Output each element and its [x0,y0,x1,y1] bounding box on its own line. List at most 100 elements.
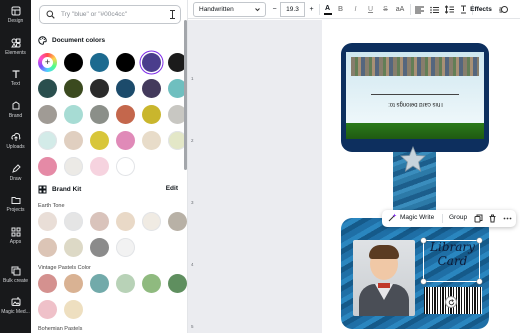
color-swatch[interactable] [64,79,83,98]
align-button[interactable] [414,3,425,16]
star-clip-icon[interactable] [400,146,426,172]
brand-color-swatch[interactable] [64,300,83,319]
vertical-ruler: 1 2 3 4 5 [188,20,198,333]
resize-handle[interactable] [421,238,426,243]
spacing-button[interactable] [444,3,455,16]
color-swatch[interactable] [64,131,83,150]
group-button[interactable]: Group [449,214,467,221]
rail-item-elements[interactable]: Elements [0,34,31,62]
brand-color-swatch[interactable] [116,274,135,293]
effects-button[interactable]: Effects [468,3,494,16]
brand-color-swatch[interactable] [90,238,109,257]
brand-color-swatch[interactable] [64,274,83,293]
magic-write-button[interactable]: Magic Write [388,213,434,222]
card-back[interactable]: This card belongs to: [341,43,489,152]
resize-handle[interactable] [421,279,426,284]
color-panel: Document colors + Brand Kit Edit Earth T… [31,0,187,333]
color-swatch[interactable] [116,53,135,72]
color-swatch[interactable] [116,157,135,176]
brand-color-swatch[interactable] [38,274,57,293]
rail-item-projects[interactable]: Projects [0,191,31,219]
color-swatch[interactable] [142,131,161,150]
add-color-button[interactable]: + [38,53,57,72]
rotate-icon[interactable] [446,297,456,307]
rail-item-brand[interactable]: Brand [0,97,31,125]
increase-font-size-button[interactable]: + [307,3,316,16]
copy-icon[interactable] [474,214,483,223]
color-swatch[interactable] [38,105,57,124]
color-swatch[interactable] [142,105,161,124]
font-family-value: Handwritten [199,6,234,13]
brand-color-swatch[interactable] [38,212,57,231]
color-search-input[interactable] [61,11,166,18]
name-line [371,94,459,95]
color-swatch[interactable] [90,157,109,176]
brand-color-swatch[interactable] [90,212,109,231]
brand-color-swatch[interactable] [142,274,161,293]
brand-color-swatch[interactable] [116,238,135,257]
brand-kit-edit-button[interactable]: Edit [166,185,178,192]
photo-hair [369,245,399,259]
brand-color-swatch[interactable] [64,238,83,257]
font-family-dropdown[interactable]: Handwritten [193,2,266,17]
text-color-button[interactable]: A [322,3,333,16]
color-swatch[interactable] [64,53,83,72]
plus-icon: + [42,57,53,68]
rail-label: Elements [5,50,26,56]
color-swatch[interactable] [116,105,135,124]
color-swatch[interactable] [90,105,109,124]
color-swatch[interactable] [90,79,109,98]
list-icon [430,6,439,13]
magic-write-label: Magic Write [400,214,435,221]
brand-color-swatch[interactable] [64,212,83,231]
rail-item-draw[interactable]: Draw [0,160,31,188]
rail-item-uploads[interactable]: Uploads [0,128,31,156]
document-colors-title: Document colors [52,37,106,44]
color-swatch[interactable] [38,79,57,98]
color-swatch[interactable] [64,105,83,124]
brand-color-swatch[interactable] [168,274,187,293]
delete-icon[interactable] [488,214,497,223]
color-swatch[interactable] [38,131,57,150]
color-swatch[interactable] [116,79,135,98]
rail-item-design[interactable]: Design [0,2,31,30]
more-options-icon[interactable] [503,214,512,223]
letter-case-button[interactable]: aA [394,3,406,16]
color-swatch[interactable] [142,79,161,98]
color-swatch[interactable] [38,157,57,176]
font-size-input[interactable]: 19.3 [280,2,305,17]
brand-color-swatch[interactable] [38,238,57,257]
child-photo[interactable] [353,240,415,316]
chevron-down-icon [254,6,261,13]
resize-handle[interactable] [477,279,482,284]
rail-item-apps[interactable]: Apps [0,223,31,251]
color-swatch[interactable] [64,157,83,176]
color-swatch[interactable] [142,53,161,72]
brand-color-swatch[interactable] [168,212,187,231]
underline-button[interactable]: U [366,3,375,16]
brand-color-swatch[interactable] [116,212,135,231]
rail-label: Projects [6,207,25,213]
color-swatch[interactable] [90,53,109,72]
brand-color-swatch[interactable] [38,300,57,319]
color-swatch[interactable] [90,131,109,150]
palette-name: Vintage Pastels Color [38,265,91,271]
list-button[interactable] [429,3,440,16]
rail-item-text[interactable]: Text [0,65,31,93]
rail-item-magic-media[interactable]: Magic Med... [0,293,31,321]
bulk-create-icon [10,265,21,276]
decrease-font-size-button[interactable]: − [270,3,279,16]
grass-image [346,123,484,139]
italic-button[interactable]: I [351,3,360,16]
brand-color-swatch[interactable] [142,212,161,231]
resize-handle[interactable] [477,238,482,243]
color-swatch[interactable] [116,131,135,150]
strikethrough-button[interactable]: S [381,3,390,16]
belongs-to-text[interactable]: This card belongs to: [359,101,473,107]
color-search-box[interactable] [39,5,181,24]
animate-button[interactable] [498,3,509,16]
selection-box[interactable] [421,238,482,284]
brand-color-swatch[interactable] [90,274,109,293]
rail-item-bulk-create[interactable]: Bulk create [0,262,31,290]
bold-button[interactable]: B [336,3,345,16]
